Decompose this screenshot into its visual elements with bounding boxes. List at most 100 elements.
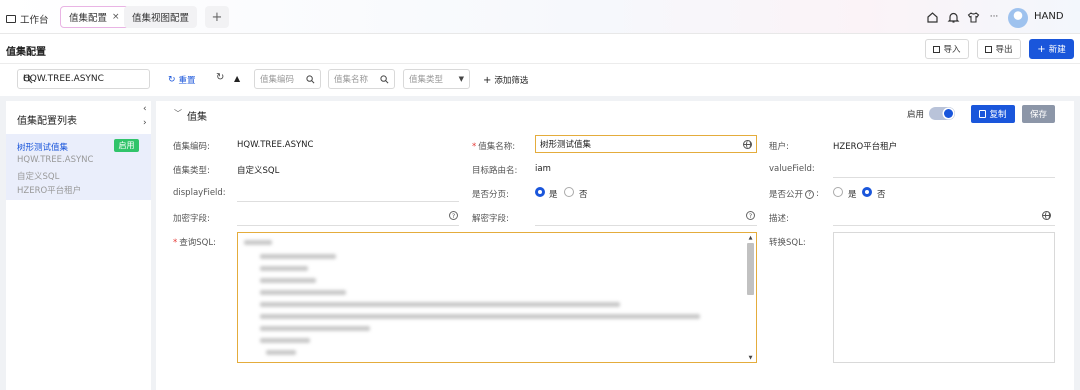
list-item-name: 树形测试值集 [17, 143, 69, 153]
shirt-icon[interactable] [966, 10, 980, 24]
chevron-left-icon[interactable]: ‹ [143, 104, 147, 114]
name-label-text: 值集名称: [478, 142, 516, 152]
copy-label: 复制 [989, 110, 1007, 120]
tenant-value: HZERO平台租户 [833, 142, 898, 152]
enable-label: 启用 [907, 110, 925, 120]
encrypt-field-input[interactable] [237, 225, 459, 226]
description-input[interactable] [833, 225, 1055, 226]
decrypt-field-input[interactable] [535, 225, 757, 226]
code-label: 值集编码: [173, 142, 210, 152]
reset-button[interactable]: ↻ 重置 [168, 74, 196, 86]
value-field-label: valueField: [769, 164, 815, 174]
tab-value-set-view-config[interactable]: 值集视图配置 [124, 6, 198, 28]
sql-label: * 查询SQL: [173, 238, 216, 248]
display-field-label: displayField: [173, 188, 226, 198]
type-label: 值集类型: [173, 166, 210, 176]
public-label-text: 是否公开 [769, 190, 804, 200]
name-label: * 值集名称: [472, 142, 516, 152]
list-item-tenant: HZERO平台租户 [17, 186, 82, 196]
search-input[interactable]: HQW.TREE.ASYNC [17, 69, 150, 89]
chevron-up-icon[interactable]: ▲ [746, 235, 755, 241]
name-filter-input[interactable]: 值集名称 [328, 69, 395, 89]
chevron-right-icon[interactable]: › [143, 118, 147, 128]
name-value: 树形测试值集 [540, 140, 592, 150]
reset-label: 重置 [178, 76, 196, 86]
sql-label-text: 查询SQL: [179, 238, 216, 248]
colon: : [816, 189, 819, 199]
paging-no-radio[interactable] [564, 187, 574, 197]
collapse-up-icon[interactable]: ▲ [234, 74, 240, 83]
chevron-down-icon[interactable]: ▼ [746, 355, 755, 361]
public-label: 是否公开 ? : [769, 188, 819, 200]
page-title: 值集配置 [6, 47, 46, 58]
paging-yes-label: 是 [549, 190, 558, 200]
tab-label: 值集视图配置 [132, 13, 190, 24]
copy-button[interactable]: 复制 [971, 105, 1015, 123]
import-label: 导入 [943, 45, 961, 55]
help-icon[interactable]: ? [746, 211, 755, 220]
public-no-label: 否 [877, 190, 886, 200]
refresh-icon[interactable]: ↻ [216, 72, 224, 83]
new-button[interactable]: + 新建 [1029, 39, 1074, 59]
chevron-down-icon: ▼ [458, 75, 464, 83]
decrypt-label: 解密字段: [472, 214, 509, 224]
public-yes-label: 是 [848, 190, 857, 200]
name-field[interactable]: 树形测试值集 [535, 135, 757, 153]
sql-scrollbar[interactable]: ▲ ▼ [746, 235, 755, 361]
scrollbar-thumb[interactable] [747, 243, 754, 295]
name-placeholder: 值集名称 [334, 75, 369, 85]
search-icon [380, 74, 389, 83]
code-filter-input[interactable]: 值集编码 [254, 69, 321, 89]
display-field-input[interactable] [237, 201, 459, 202]
add-tab-button[interactable]: + [205, 6, 229, 28]
export-label: 导出 [995, 45, 1013, 55]
globe-icon[interactable] [743, 140, 752, 149]
user-name[interactable]: HAND [1034, 11, 1064, 22]
tab-value-set-config[interactable]: 值集配置 × [60, 6, 129, 28]
export-icon [985, 45, 993, 53]
home-icon[interactable] [925, 10, 939, 24]
save-button[interactable]: 保存 [1022, 105, 1055, 123]
convert-sql-label: 转换SQL: [769, 238, 806, 248]
sql-editor[interactable] [237, 232, 757, 363]
search-value: HQW.TREE.ASYNC [23, 74, 104, 84]
filter-bar [0, 64, 1080, 96]
workbench-tab[interactable]: 工作台 [6, 12, 49, 26]
help-icon[interactable]: ? [449, 211, 458, 220]
close-icon[interactable]: × [112, 12, 120, 22]
plus-icon: + [1037, 43, 1046, 55]
route-label: 目标路由名: [472, 166, 518, 176]
add-filter-button[interactable]: + 添加筛选 [483, 74, 529, 87]
import-button[interactable]: 导入 [925, 39, 969, 59]
header-bar [0, 34, 1080, 64]
type-placeholder: 值集类型 [409, 75, 444, 85]
bell-icon[interactable] [946, 10, 960, 24]
enable-toggle[interactable] [929, 107, 955, 120]
type-filter-select[interactable]: 值集类型 ▼ [403, 69, 470, 89]
help-icon: ? [805, 189, 815, 199]
code-value: HQW.TREE.ASYNC [237, 140, 314, 150]
chevron-down-icon[interactable]: ﹀ [174, 108, 182, 119]
import-icon [933, 45, 941, 53]
list-item-type: 自定义SQL [17, 172, 60, 182]
encrypt-label: 加密字段: [173, 214, 210, 224]
workbench-label: 工作台 [20, 15, 49, 26]
more-icon[interactable]: ··· [987, 10, 1001, 24]
export-button[interactable]: 导出 [977, 39, 1021, 59]
description-label: 描述: [769, 214, 789, 224]
copy-icon [979, 110, 987, 118]
public-yes-radio[interactable] [833, 187, 843, 197]
paging-no-label: 否 [579, 190, 588, 200]
tab-label: 值集配置 [69, 13, 108, 24]
public-no-radio[interactable] [862, 187, 872, 197]
paging-yes-radio[interactable] [535, 187, 545, 197]
paging-label: 是否分页: [472, 190, 509, 200]
add-filter-label: 添加筛选 [494, 76, 529, 86]
type-value: 自定义SQL [237, 166, 280, 176]
plus-icon: + [211, 9, 223, 25]
globe-icon[interactable] [1042, 211, 1051, 220]
convert-sql-editor[interactable] [833, 232, 1055, 363]
reset-icon: ↻ [168, 75, 176, 85]
value-field-input[interactable] [833, 177, 1055, 178]
avatar[interactable] [1008, 8, 1028, 28]
